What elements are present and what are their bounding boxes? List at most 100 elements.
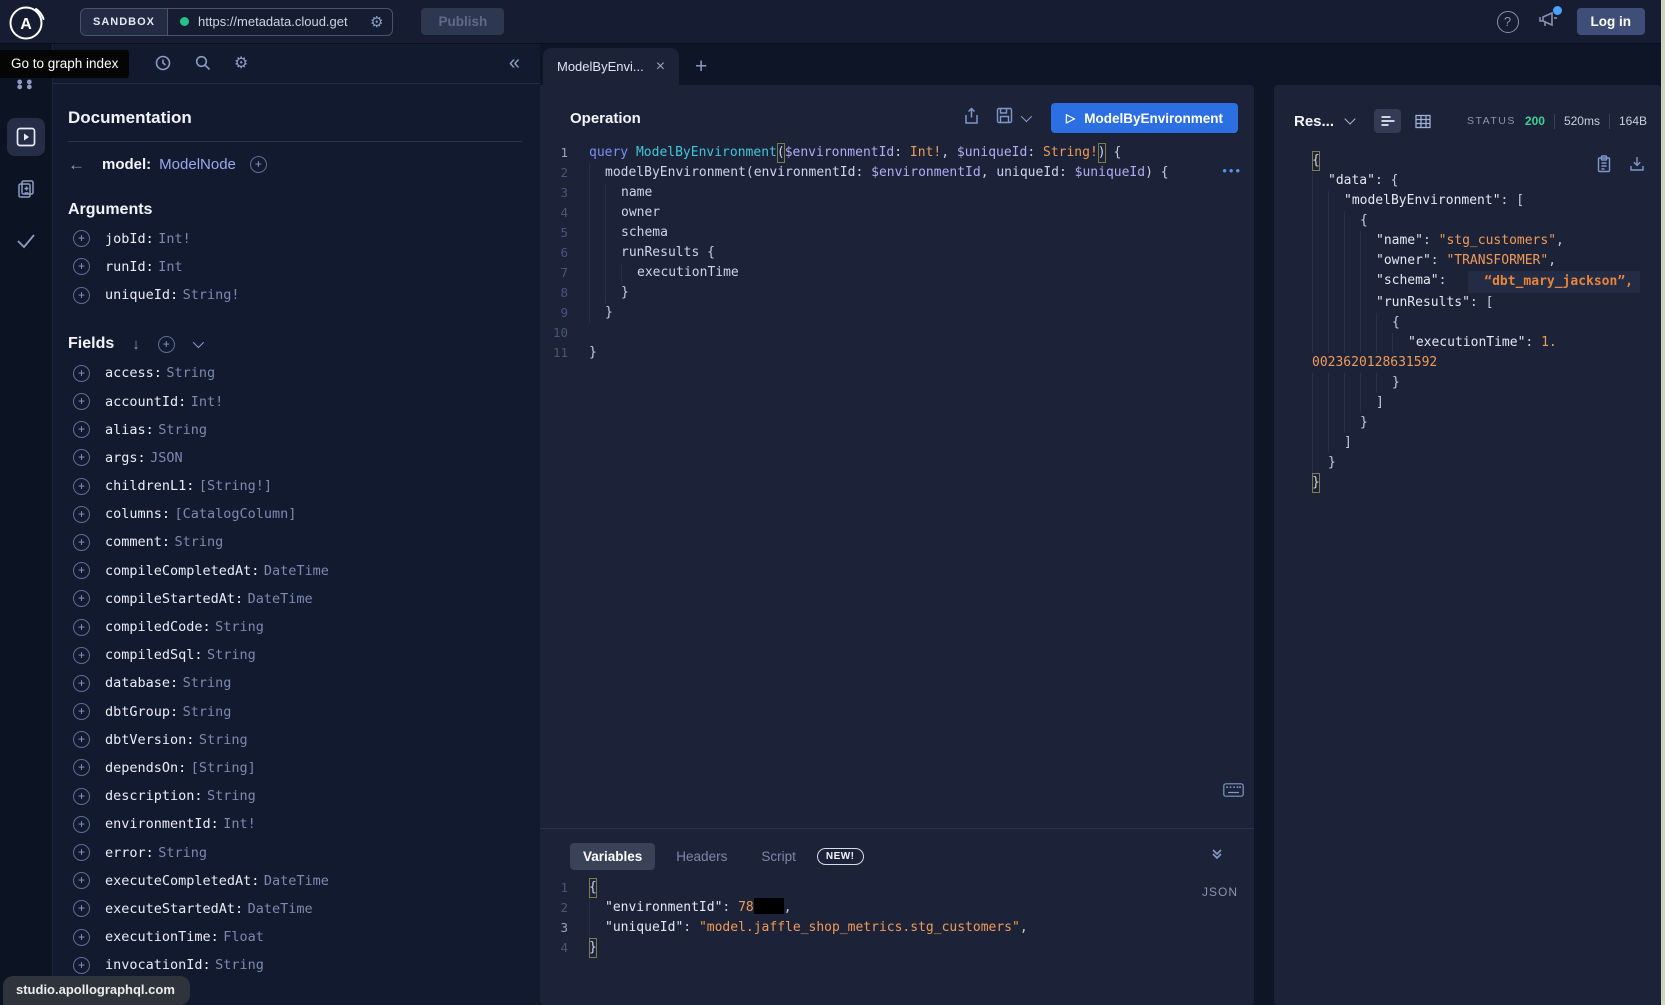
field-name[interactable]: environmentId: (105, 816, 219, 832)
add-field-button[interactable]: + (73, 759, 90, 776)
field-name[interactable]: access: (105, 365, 162, 381)
field-type[interactable]: DateTime (248, 901, 313, 917)
tree-view-button[interactable] (1374, 109, 1401, 133)
field-name[interactable]: compiledSql: (105, 647, 203, 663)
field-name[interactable]: error: (105, 845, 154, 861)
field-type[interactable]: [CatalogColumn] (174, 506, 296, 522)
field-name[interactable]: compileStartedAt: (105, 591, 243, 607)
add-field-button[interactable]: + (73, 287, 90, 304)
apollo-logo[interactable]: A (8, 4, 44, 40)
collapse-sidebar-icon[interactable]: « (509, 52, 520, 75)
field-name[interactable]: columns: (105, 506, 170, 522)
login-button[interactable]: Log in (1577, 8, 1646, 35)
operation-editor[interactable]: 1query ModelByEnvironment($environmentId… (540, 143, 1254, 363)
add-field-button[interactable]: + (73, 844, 90, 861)
copy-response-icon[interactable] (1596, 155, 1612, 178)
field-name[interactable]: dbtGroup: (105, 704, 178, 720)
field-type[interactable]: Int! (223, 816, 256, 832)
field-type[interactable]: Float (223, 929, 264, 945)
type-name-link[interactable]: ModelNode (159, 156, 236, 173)
tab-headers[interactable]: Headers (663, 843, 740, 870)
add-all-fields-button[interactable]: + (158, 336, 175, 353)
new-tab-button[interactable]: + (695, 55, 707, 79)
add-field-button[interactable]: + (73, 449, 90, 466)
field-name[interactable]: compiledCode: (105, 619, 211, 635)
add-field-button[interactable]: + (73, 619, 90, 636)
variables-editor[interactable]: 1{2"environmentId": 78,3"uniqueId": "mod… (540, 878, 1254, 958)
keyboard-shortcuts-icon[interactable] (1223, 783, 1244, 802)
add-field-button[interactable]: + (73, 258, 90, 275)
add-field-button[interactable]: + (73, 872, 90, 889)
field-type[interactable]: String (207, 647, 256, 663)
response-json-view[interactable]: {"data": {"modelByEnvironment": [{"name"… (1312, 151, 1661, 493)
field-type[interactable]: String (183, 675, 232, 691)
publish-button[interactable]: Publish (421, 8, 504, 35)
field-name[interactable]: comment: (105, 534, 170, 550)
sort-down-arrow-icon[interactable]: ↓ (132, 336, 140, 353)
field-name[interactable]: database: (105, 675, 178, 691)
download-response-icon[interactable] (1629, 155, 1645, 178)
save-icon[interactable] (996, 107, 1013, 129)
announcements-megaphone-icon[interactable] (1537, 9, 1559, 34)
editor-options-ellipsis-icon[interactable]: ••• (1222, 163, 1242, 178)
add-field-button[interactable]: + (73, 590, 90, 607)
field-type[interactable]: Int (158, 259, 182, 275)
field-name[interactable]: executeCompletedAt: (105, 873, 259, 889)
add-field-button[interactable]: + (73, 230, 90, 247)
field-type[interactable]: String! (183, 287, 240, 303)
collapse-variables-icon[interactable] (1210, 847, 1224, 866)
field-type[interactable]: String (215, 619, 264, 635)
field-type[interactable]: DateTime (248, 591, 313, 607)
field-type[interactable]: DateTime (264, 563, 329, 579)
add-field-button[interactable]: + (73, 534, 90, 551)
explorer-icon[interactable] (7, 118, 45, 156)
field-name[interactable]: jobId: (105, 231, 154, 247)
field-type[interactable]: String (174, 534, 223, 550)
add-field-button[interactable]: + (73, 365, 90, 382)
field-type[interactable]: JSON (150, 450, 183, 466)
tab-script[interactable]: Script (748, 843, 809, 870)
add-field-button[interactable]: + (73, 816, 90, 833)
add-field-button[interactable]: + (73, 900, 90, 917)
endpoint-settings-gear-icon[interactable]: ⚙ (368, 13, 392, 31)
field-type[interactable]: [String!] (199, 478, 272, 494)
field-name[interactable]: args: (105, 450, 146, 466)
operation-collection-icon[interactable] (7, 170, 45, 208)
field-type[interactable]: Int! (191, 394, 224, 410)
share-icon[interactable] (963, 107, 980, 130)
field-name[interactable]: description: (105, 788, 203, 804)
fields-chevron-down-icon[interactable] (192, 337, 203, 348)
save-options-chevron-icon[interactable] (1021, 111, 1032, 122)
table-view-button[interactable] (1409, 109, 1436, 133)
field-type[interactable]: String (158, 845, 207, 861)
add-field-button[interactable]: + (73, 675, 90, 692)
add-field-button[interactable]: + (73, 788, 90, 805)
field-type[interactable]: String (158, 422, 207, 438)
add-field-button[interactable]: + (73, 929, 90, 946)
add-field-button[interactable]: + (73, 647, 90, 664)
field-name[interactable]: executeStartedAt: (105, 901, 243, 917)
add-field-button[interactable]: + (73, 478, 90, 495)
field-type[interactable]: DateTime (264, 873, 329, 889)
tab-model-by-environment[interactable]: ModelByEnvi... × (543, 48, 679, 85)
field-name[interactable]: dependsOn: (105, 760, 186, 776)
field-type[interactable]: String (166, 365, 215, 381)
window-scrollbar[interactable] (1661, 0, 1665, 1005)
add-field-button[interactable]: + (73, 957, 90, 974)
field-type[interactable]: Int! (158, 231, 191, 247)
field-type[interactable]: [String] (191, 760, 256, 776)
run-operation-button[interactable]: ▷ ModelByEnvironment (1051, 103, 1238, 133)
field-type[interactable]: String (199, 732, 248, 748)
add-field-button[interactable]: + (73, 506, 90, 523)
field-name[interactable]: dbtVersion: (105, 732, 194, 748)
field-name[interactable]: uniqueId: (105, 287, 178, 303)
settings-gear-icon[interactable]: ⚙ (234, 53, 248, 73)
checks-icon[interactable] (7, 222, 45, 260)
help-icon[interactable]: ? (1497, 11, 1519, 33)
tab-variables[interactable]: Variables (570, 843, 655, 870)
add-field-button[interactable]: + (73, 731, 90, 748)
endpoint-url-input[interactable] (198, 14, 368, 29)
field-name[interactable]: accountId: (105, 394, 186, 410)
field-type[interactable]: String (183, 704, 232, 720)
back-arrow-icon[interactable]: ← (68, 155, 88, 175)
